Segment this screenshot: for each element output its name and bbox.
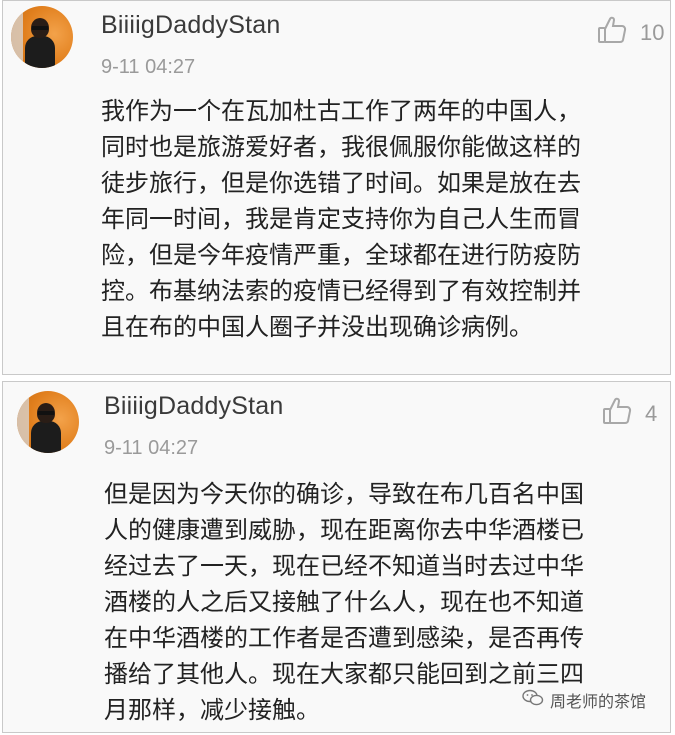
- comment-line: 徒步旅行，但是你选错了时间。如果是放在去: [101, 169, 581, 197]
- comment-line: 人的健康遭到威胁，现在距离你去中华酒楼已: [104, 516, 584, 544]
- avatar-figure: [31, 421, 61, 453]
- comment-line: 经过去了一天，现在已经不知道当时去过中华: [104, 552, 584, 580]
- timestamp: 9-11 04:27: [101, 56, 196, 78]
- comment-line: 控。布基纳法索的疫情已经得到了有效控制并: [101, 277, 581, 305]
- comment-line: 同时也是旅游爱好者，我很佩服你能做这样的: [101, 133, 581, 161]
- thumbs-up-icon: [601, 395, 633, 433]
- avatar-glasses: [32, 26, 48, 30]
- comment-line: 险，但是今年疫情严重，全球都在进行防疫防: [101, 241, 581, 269]
- avatar-figure: [25, 36, 55, 68]
- thumbs-up-icon: [596, 14, 628, 52]
- comment-line: 但是因为今天你的确诊，导致在布几百名中国: [104, 480, 584, 508]
- username[interactable]: BiiiigDaddyStan: [101, 11, 281, 40]
- comment-line: 在中华酒楼的工作者是否遭到感染，是否再传: [104, 624, 584, 652]
- avatar-frame: [11, 6, 23, 68]
- wechat-icon: [522, 689, 544, 711]
- comment-card: BiiiigDaddyStan 9-11 04:27 4 但是因为今天你的确诊，…: [2, 381, 671, 733]
- like-count: 4: [645, 401, 658, 426]
- avatar-frame: [17, 391, 29, 453]
- username[interactable]: BiiiigDaddyStan: [104, 392, 284, 421]
- comment-line: 且在布的中国人圈子并没出现确诊病例。: [101, 313, 533, 341]
- comment-line: 我作为一个在瓦加杜古工作了两年的中国人，: [101, 97, 581, 125]
- avatar-glasses: [38, 411, 54, 415]
- avatar[interactable]: [11, 6, 73, 68]
- timestamp: 9-11 04:27: [104, 437, 199, 459]
- comment-line: 酒楼的人之后又接触了什么人，现在也不知道: [104, 588, 584, 616]
- like-button[interactable]: 4: [601, 395, 657, 433]
- watermark: 周老师的茶馆: [522, 688, 646, 712]
- watermark-text: 周老师的茶馆: [549, 692, 646, 711]
- comment-text: 我作为一个在瓦加杜古工作了两年的中国人， 同时也是旅游爱好者，我很佩服你能做这样…: [101, 93, 656, 345]
- like-count: 10: [640, 20, 665, 45]
- avatar[interactable]: [17, 391, 79, 453]
- comment-line: 年同一时间，我是肯定支持你为自己人生而冒: [101, 205, 581, 233]
- like-button[interactable]: 10: [596, 14, 664, 52]
- comment-line: 播给了其他人。现在大家都只能回到之前三四: [104, 660, 584, 688]
- comment-card: BiiiigDaddyStan 9-11 04:27 10 我作为一个在瓦加杜古…: [2, 0, 671, 375]
